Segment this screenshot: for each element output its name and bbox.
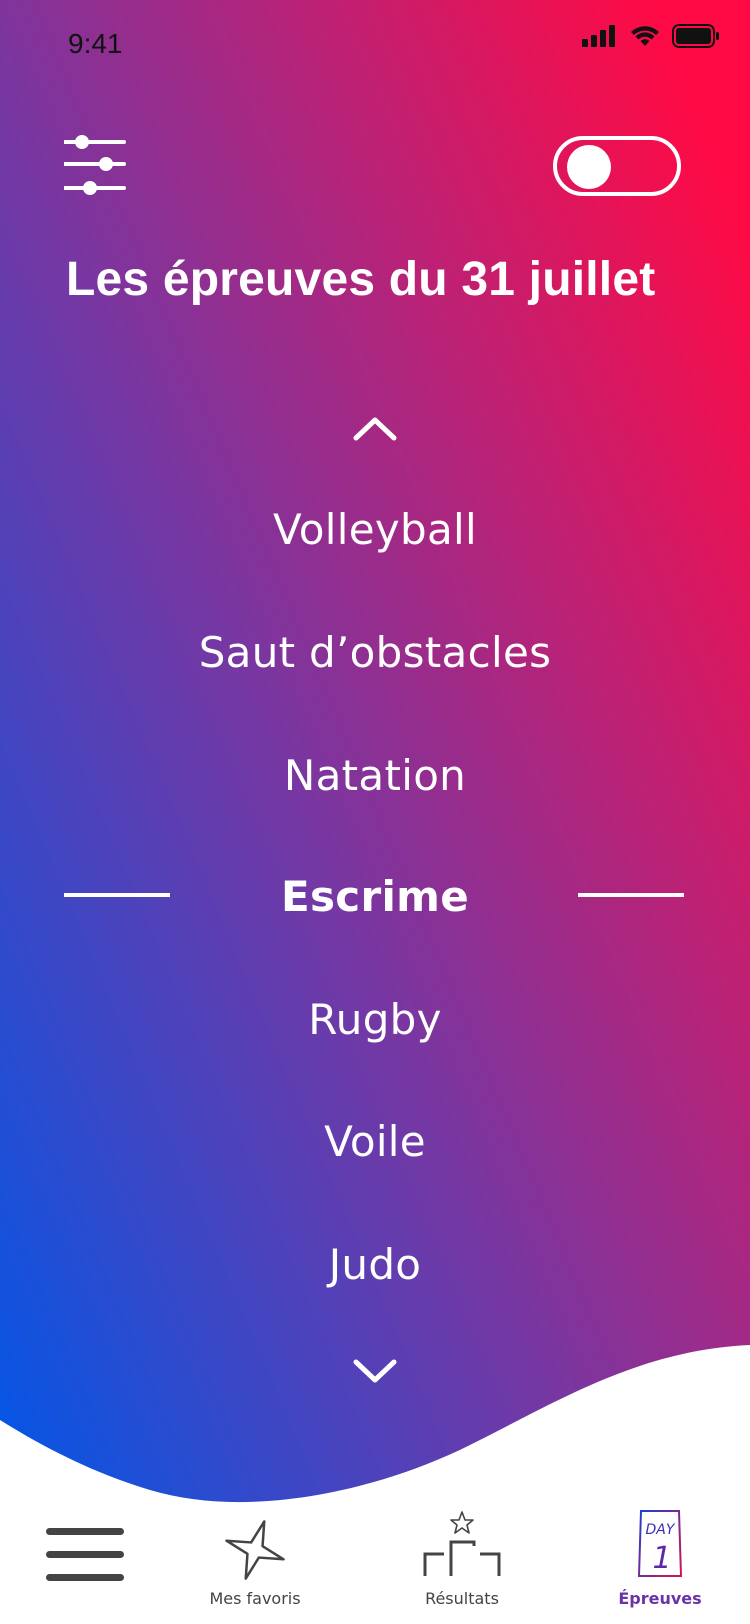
picker-item[interactable]: Voile	[0, 1117, 750, 1166]
chevron-down-icon[interactable]	[350, 1356, 400, 1388]
tab-favorites[interactable]: Mes favoris	[200, 1500, 310, 1620]
tab-label: Résultats	[425, 1589, 499, 1608]
selection-line-right	[578, 893, 684, 897]
tab-label-active: Épreuves	[618, 1589, 702, 1608]
tab-bar: Mes favoris Résultats DAY 1 Épreuves	[0, 1500, 750, 1624]
podium-icon	[423, 1511, 501, 1576]
calendar-day-number: 1	[652, 1541, 671, 1576]
picker-item[interactable]: Saut d’obstacles	[0, 628, 750, 677]
event-picker[interactable]: Volleyball Saut d’obstacles Natation Escrim…	[0, 0, 750, 1400]
selection-line-left	[64, 893, 170, 897]
tab-events[interactable]: DAY 1 Épreuves	[610, 1500, 710, 1620]
picker-item[interactable]: Natation	[0, 751, 750, 800]
star-icon	[225, 1520, 285, 1580]
calendar-day-label: DAY	[646, 1522, 676, 1538]
tab-label: Mes favoris	[209, 1589, 301, 1608]
tab-results[interactable]: Résultats	[407, 1500, 517, 1620]
day-calendar-icon: DAY 1	[637, 1510, 683, 1577]
picker-item[interactable]: Volleyball	[0, 505, 750, 554]
picker-item[interactable]: Judo	[0, 1240, 750, 1289]
screen: 9:41 Les épreuves du 31 juillet Volleyba…	[0, 0, 750, 1624]
picker-item[interactable]: Rugby	[0, 995, 750, 1044]
